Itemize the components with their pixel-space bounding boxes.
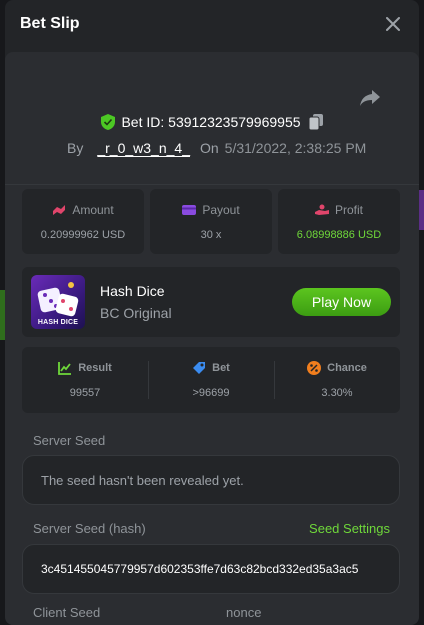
by-label: By — [67, 140, 84, 156]
bet-id: Bet ID: 53912323579969955 — [121, 114, 301, 130]
stat-label: Profit — [334, 202, 363, 217]
amount-icon — [53, 204, 66, 215]
play-now-button[interactable]: Play Now — [292, 288, 391, 316]
modal-title: Bet Slip — [20, 15, 80, 32]
bet-date: 5/31/2022, 2:38:25 PM — [224, 140, 367, 156]
result-label: Result — [78, 362, 112, 374]
stat-label: Payout — [202, 202, 240, 217]
server-seed-hash-field[interactable]: 3c451455045779957d602353ffe7d63c82bcd332… — [22, 544, 400, 594]
percent-icon — [307, 361, 322, 375]
seed-settings-link[interactable]: Seed Settings — [309, 521, 390, 536]
share-icon — [360, 90, 380, 106]
game-info: Hash Dice BC Original — [100, 283, 172, 321]
server-seed-field[interactable]: The seed hasn't been revealed yet. — [22, 455, 400, 505]
bet-label: Bet — [212, 362, 230, 374]
server-seed-hash-label: Server Seed (hash) — [33, 521, 146, 536]
stat-profit: Profit 6.08998886 USD — [278, 189, 400, 254]
profit-icon — [314, 204, 329, 215]
username-link[interactable]: _r_0_w3_n_4_ — [97, 140, 190, 156]
divider — [5, 184, 419, 185]
bet-stats: Amount 0.20999962 USD Payout 30 x Profit… — [22, 189, 400, 254]
chance-value: 3.30% — [321, 387, 353, 399]
close-icon — [386, 17, 400, 31]
stat-value: 0.20999962 USD — [40, 228, 126, 241]
game-subtitle: BC Original — [100, 305, 172, 321]
stat-value: 30 x — [200, 228, 222, 241]
server-seed-label: Server Seed — [33, 433, 106, 448]
result-icon — [58, 362, 72, 375]
game-card: HASH DICE Hash Dice BC Original Play Now — [22, 267, 400, 337]
stat-value: 6.08998886 USD — [296, 228, 382, 241]
bet-tag-icon — [193, 362, 206, 374]
result-card: Result 99557 Bet >96699 Chance 3.30% — [22, 347, 400, 413]
bet-column: Bet >96699 — [148, 347, 274, 413]
copy-icon[interactable] — [308, 114, 323, 130]
on-label: On — [199, 140, 219, 156]
bet-details-panel: Bet ID: 53912323579969955 By _r_0_w3_n_4… — [5, 52, 419, 625]
bet-slip-modal: Bet Slip Bet ID: 53912323579969955 By _r… — [5, 0, 419, 625]
game-thumbnail-label: HASH DICE — [37, 319, 79, 326]
close-button[interactable] — [383, 14, 403, 34]
chance-column: Chance 3.30% — [274, 347, 400, 413]
result-column: Result 99557 — [22, 347, 148, 413]
bet-id-row: Bet ID: 53912323579969955 — [5, 114, 419, 130]
bet-author-row: By _r_0_w3_n_4_ On 5/31/2022, 2:38:25 PM — [67, 140, 366, 156]
payout-icon — [182, 204, 197, 215]
game-name: Hash Dice — [100, 283, 165, 299]
chance-label: Chance — [327, 362, 367, 374]
stat-amount: Amount 0.20999962 USD — [22, 189, 144, 254]
game-thumbnail[interactable]: HASH DICE — [31, 275, 85, 329]
share-button[interactable] — [359, 88, 381, 108]
stat-label: Amount — [72, 202, 114, 217]
verified-shield-icon — [101, 114, 116, 130]
stat-payout: Payout 30 x — [150, 189, 272, 254]
result-value: 99557 — [69, 387, 101, 399]
modal-header: Bet Slip — [5, 0, 419, 48]
client-seed-label: Client Seed — [33, 605, 101, 620]
nonce-label: nonce — [226, 605, 262, 620]
bet-value: >96699 — [192, 387, 230, 399]
